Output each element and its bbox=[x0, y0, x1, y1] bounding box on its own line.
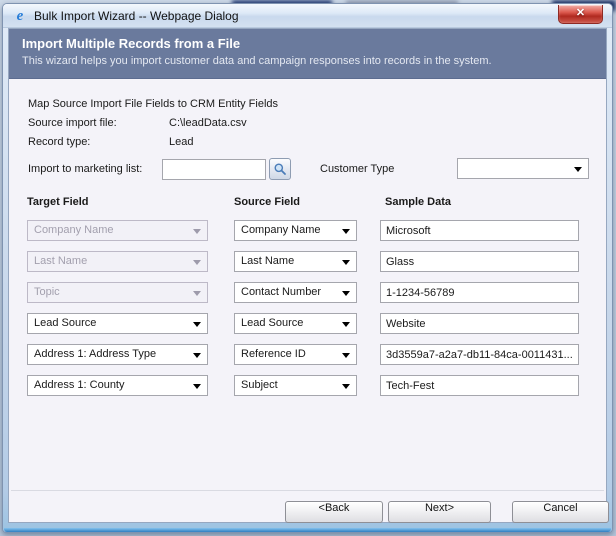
sample-data-box bbox=[380, 251, 579, 272]
chevron-down-icon bbox=[342, 384, 350, 389]
chevron-down-icon bbox=[342, 229, 350, 234]
target-field-value: Topic bbox=[34, 286, 60, 298]
sample-data-box bbox=[380, 282, 579, 303]
chevron-down-icon bbox=[342, 353, 350, 358]
target-field-dropdown[interactable]: Lead Source bbox=[27, 313, 208, 334]
wizard-content: Map Source Import File Fields to CRM Ent… bbox=[9, 80, 606, 522]
source-field-value: Last Name bbox=[241, 255, 294, 267]
target-field-dropdown[interactable]: Address 1: County bbox=[27, 375, 208, 396]
source-field-value: Reference ID bbox=[241, 348, 306, 360]
internet-explorer-icon: e bbox=[12, 8, 28, 24]
chevron-down-icon bbox=[342, 260, 350, 265]
source-field-dropdown[interactable]: Subject bbox=[234, 375, 357, 396]
sample-data-box bbox=[380, 344, 579, 365]
wizard-title: Import Multiple Records from a File bbox=[22, 36, 606, 51]
source-field-value: Subject bbox=[241, 379, 278, 391]
record-type-label: Record type: bbox=[28, 136, 90, 148]
chevron-down-icon bbox=[574, 167, 582, 172]
column-header-source-field: Source Field bbox=[234, 196, 300, 208]
source-field-dropdown[interactable]: Last Name bbox=[234, 251, 357, 272]
title-bar[interactable]: e Bulk Import Wizard -- Webpage Dialog bbox=[3, 4, 612, 28]
next-button[interactable]: Next> bbox=[388, 501, 491, 523]
target-field-value: Address 1: Address Type bbox=[34, 348, 156, 360]
sample-data-box bbox=[380, 375, 579, 396]
marketing-list-label: Import to marketing list: bbox=[28, 163, 142, 175]
target-field-dropdown[interactable]: Address 1: Address Type bbox=[27, 344, 208, 365]
chevron-down-icon bbox=[193, 291, 201, 296]
marketing-list-lookup-button[interactable] bbox=[269, 158, 291, 180]
wizard-header: Import Multiple Records from a File This… bbox=[9, 29, 606, 79]
source-field-value: Contact Number bbox=[241, 286, 321, 298]
column-header-target-field: Target Field bbox=[27, 196, 89, 208]
source-file-label: Source import file: bbox=[28, 117, 117, 129]
chevron-down-icon bbox=[193, 260, 201, 265]
target-field-value: Last Name bbox=[34, 255, 87, 267]
sample-data-box bbox=[380, 220, 579, 241]
window-title: Bulk Import Wizard -- Webpage Dialog bbox=[34, 9, 239, 23]
source-field-dropdown[interactable]: Lead Source bbox=[234, 313, 357, 334]
target-field-dropdown: Last Name bbox=[27, 251, 208, 272]
target-field-value: Company Name bbox=[34, 224, 113, 236]
source-field-dropdown[interactable]: Reference ID bbox=[234, 344, 357, 365]
target-field-dropdown: Company Name bbox=[27, 220, 208, 241]
source-field-dropdown[interactable]: Company Name bbox=[234, 220, 357, 241]
close-button[interactable]: ✕ bbox=[558, 5, 603, 24]
chevron-down-icon bbox=[193, 353, 201, 358]
record-type-value: Lead bbox=[169, 136, 193, 148]
sample-data-box bbox=[380, 313, 579, 334]
target-field-dropdown: Topic bbox=[27, 282, 208, 303]
source-field-value: Company Name bbox=[241, 224, 320, 236]
cancel-button[interactable]: Cancel bbox=[512, 501, 609, 523]
chevron-down-icon bbox=[342, 291, 350, 296]
chevron-down-icon bbox=[193, 229, 201, 234]
chevron-down-icon bbox=[342, 322, 350, 327]
marketing-list-input[interactable] bbox=[162, 159, 266, 180]
customer-type-dropdown[interactable] bbox=[457, 158, 589, 179]
dialog-page: Import Multiple Records from a File This… bbox=[8, 28, 607, 523]
footer-divider bbox=[11, 490, 604, 491]
customer-type-label: Customer Type bbox=[320, 163, 394, 175]
column-header-sample-data: Sample Data bbox=[385, 196, 451, 208]
magnifier-icon bbox=[273, 162, 287, 176]
source-field-value: Lead Source bbox=[241, 317, 303, 329]
target-field-value: Lead Source bbox=[34, 317, 96, 329]
chevron-down-icon bbox=[193, 322, 201, 327]
close-icon: ✕ bbox=[576, 7, 585, 19]
map-fields-heading: Map Source Import File Fields to CRM Ent… bbox=[28, 98, 278, 110]
source-file-value: C:\leadData.csv bbox=[169, 117, 247, 129]
back-button[interactable]: <Back bbox=[285, 501, 383, 523]
source-field-dropdown[interactable]: Contact Number bbox=[234, 282, 357, 303]
wizard-subtitle: This wizard helps you import customer da… bbox=[22, 55, 606, 67]
target-field-value: Address 1: County bbox=[34, 379, 125, 391]
chevron-down-icon bbox=[193, 384, 201, 389]
bulk-import-wizard-dialog: e Bulk Import Wizard -- Webpage Dialog ✕… bbox=[2, 3, 613, 533]
